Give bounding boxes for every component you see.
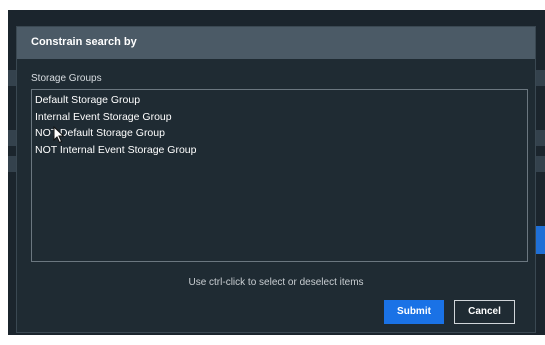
background-row [8, 156, 16, 172]
list-item[interactable]: Default Storage Group [32, 92, 527, 109]
background-row [8, 70, 16, 86]
submit-button[interactable]: Submit [384, 300, 444, 324]
storage-groups-label: Storage Groups [31, 73, 102, 84]
list-item[interactable]: NOT Internal Event Storage Group [32, 142, 527, 159]
background-row [536, 156, 545, 172]
mouse-pointer-icon [53, 126, 65, 144]
background-button [536, 226, 545, 254]
list-item[interactable]: NOT Default Storage Group [32, 125, 527, 142]
screen: Constrain search by Storage Groups Defau… [0, 0, 545, 345]
dialog-header: Constrain search by [17, 27, 535, 59]
cancel-button[interactable]: Cancel [454, 300, 515, 324]
background-row [8, 130, 16, 146]
selection-hint: Use ctrl-click to select or deselect ite… [188, 277, 364, 288]
list-item[interactable]: Internal Event Storage Group [32, 109, 527, 126]
constrain-search-dialog: Constrain search by Storage Groups Defau… [16, 26, 536, 333]
background-row [536, 130, 545, 146]
background-row [536, 70, 545, 86]
dialog-title: Constrain search by [31, 36, 137, 48]
storage-groups-listbox[interactable]: Default Storage Group Internal Event Sto… [31, 89, 528, 262]
